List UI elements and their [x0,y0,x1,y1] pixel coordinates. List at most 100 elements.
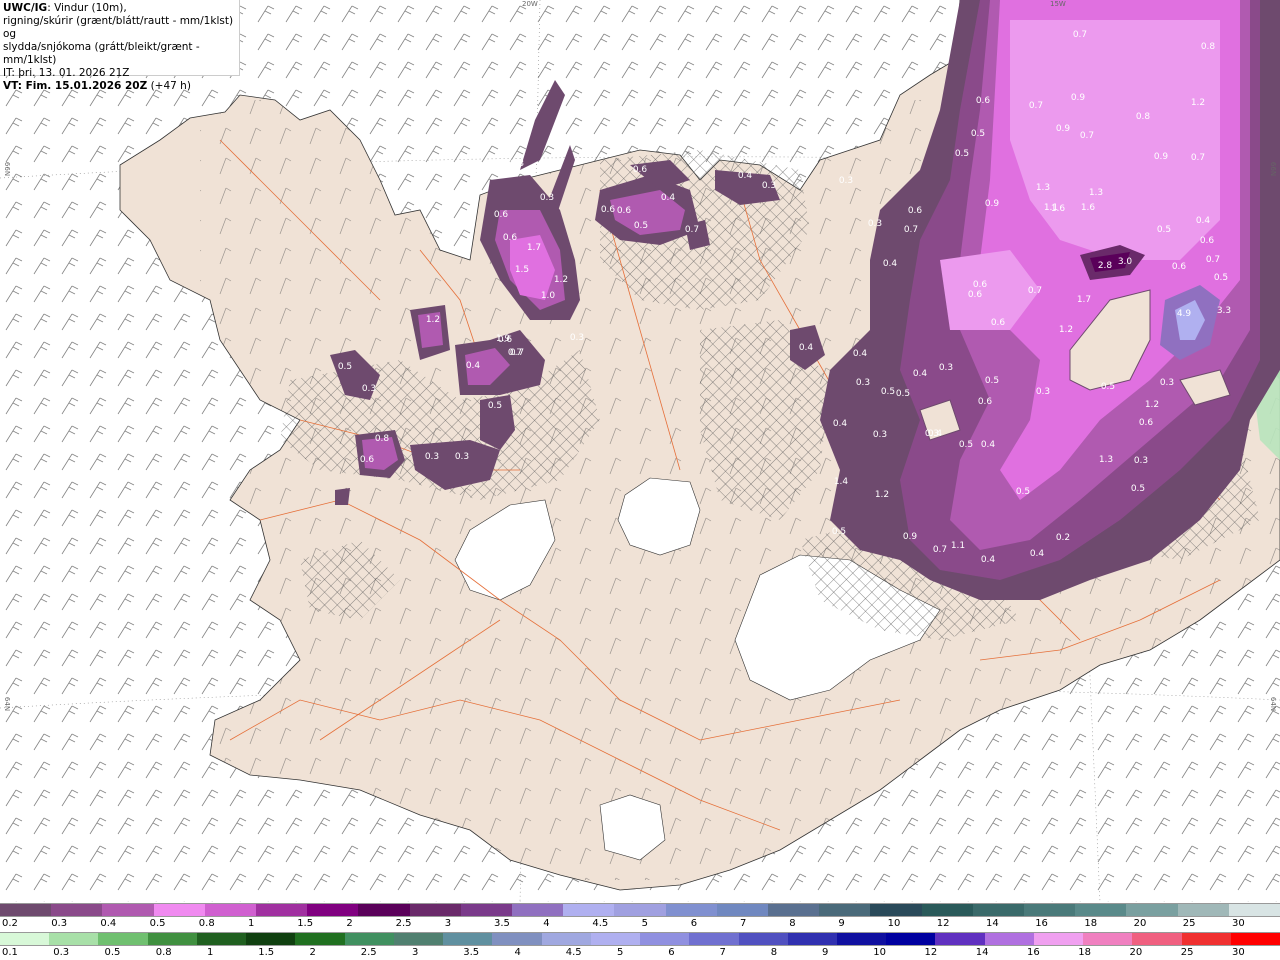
colorbar-tick-label: 5 [617,947,624,958]
precip-value-label: 0.4 [833,419,848,429]
colorbar-swatch [541,933,591,945]
colorbar-tick-label: 7 [740,918,747,929]
precip-value-label: 1.2 [875,490,889,500]
colorbar-swatch [768,904,820,916]
colorbar-tick-label: 10 [873,947,886,958]
precip-value-label: 0.4 [913,369,928,379]
precip-value-label: 1.3 [1036,183,1050,193]
colorbar-swatch [1083,933,1133,945]
title-line1: UWC/IG: Vindur (10m), [3,2,127,14]
snow-colorbar [0,903,1280,917]
colorbar-tick-label: 2 [309,947,316,958]
title-line2: rigning/skúrir (grænt/blátt/rautt - mm/1… [3,15,234,40]
precip-value-label: 0.8 [375,434,390,444]
precip-value-label: 1.2 [554,275,568,285]
colorbar-tick-label: 4.5 [565,947,582,958]
colorbar-swatch [665,904,717,916]
colorbar-swatch [409,904,461,916]
precip-value-label: 0.6 [617,206,632,216]
colorbar-swatch [153,904,205,916]
precip-value-label: 0.3 [455,452,469,462]
precip-value-label: 0.6 [503,233,518,243]
colorbar-tick-label: 8 [789,918,796,929]
valid-time: VT: Fim. 15.01.2026 20Z (+47 h) [3,80,191,92]
colorbar-swatch [1126,904,1178,916]
colorbar-swatch [49,933,99,945]
precip-value-label: 0.5 [1214,273,1228,283]
colorbar-swatch [1033,933,1084,945]
precip-value-label: 1.1 [951,541,965,551]
colorbar-tick-label: 14 [986,918,999,929]
precip-value-label: 0.7 [904,225,918,235]
precip-value-label: 0.7 [1080,131,1094,141]
precip-value-label: 3.3 [1217,306,1231,316]
colorbar-tick-label: 4 [514,947,521,958]
initial-time: IT: þri. 13. 01. 2026 21Z [3,67,130,79]
colorbar-tick-label: 0.5 [104,947,121,958]
colorbar-swatch [1177,904,1229,916]
precip-value-label: 0.6 [968,290,983,300]
precip-value-label: 0.5 [634,221,648,231]
precip-value-label: 3.0 [1118,257,1133,267]
precip-value-label: 0.5 [959,440,973,450]
precip-value-label: 0.4 [853,349,868,359]
colorbar-tick-label: 0.8 [198,918,215,929]
colorbar-tick-label: 9 [838,918,845,929]
precip-value-label: 2.8 [1098,261,1113,271]
colorbar-swatch [344,933,394,945]
colorbar-swatch [492,933,542,945]
colorbar-swatch [1132,933,1182,945]
colorbar-swatch [738,933,788,945]
precip-legend: 0.2 0.3 0.4 0.5 0.8 1 1.5 2 2.5 3 3.5 4 4.5 5 6 7 8 9 10 12… [0,902,1280,960]
precip-value-label: 0.3 [540,193,554,203]
colorbar-swatch [102,904,154,916]
colorbar-swatch [51,904,103,916]
precip-value-label: 0.6 [360,455,375,465]
precip-value-label: 0.6 [978,397,993,407]
precip-value-label: 0.7 [1073,30,1087,40]
colorbar-tick-label: 30 [1232,947,1245,958]
colorbar-tick-label: 16 [1027,947,1040,958]
precip-value-label: 0.7 [510,348,524,358]
precip-value-label: 1.7 [527,243,541,253]
colorbar-tick-label: 1 [207,947,214,958]
colorbar-tick-label: 12 [936,918,950,929]
lon-label-15w: 15W [1050,0,1066,8]
colorbar-tick-label: 0.3 [53,947,70,958]
precip-value-label: 0.8 [1136,112,1151,122]
precip-value-label: 0.6 [633,165,648,175]
precip-value-label: 0.4 [1030,549,1045,559]
colorbar-tick-label: 2.5 [395,918,412,929]
colorbar-swatch [590,933,641,945]
colorbar-tick-label: 0.2 [2,918,18,929]
colorbar-swatch [787,933,837,945]
colorbar-tick-label: 6 [690,918,698,929]
precip-value-label: 0.7 [933,545,947,555]
colorbar-tick-label: 1.5 [297,918,314,929]
precip-value-label: 0.7 [685,225,699,235]
colorbar-tick-label: 25 [1180,947,1194,958]
precip-value-label: 0.7 [1028,286,1042,296]
colorbar-tick-label: 10 [887,918,901,929]
precip-value-label: 0.3 [425,452,439,462]
precip-value-label: 0.5 [1016,487,1030,497]
precip-value-label: 0.9 [1154,152,1169,162]
colorbar-swatch [921,904,973,916]
precip-value-label: 0.6 [494,210,509,220]
precip-value-label: 0.6 [976,96,991,106]
precip-value-label: 1.2 [1191,98,1205,108]
precip-value-label: 0.3 [762,181,776,191]
precip-value-label: 0.6 [991,318,1006,328]
colorbar-tick-label: 4 [543,918,550,929]
colorbar-swatch [358,904,410,916]
colorbar-swatch [689,933,739,945]
colorbar-tick-label: 3 [444,918,452,929]
colorbar-tick-label: 20 [1129,947,1143,958]
precip-value-label: 0.3 [510,159,524,169]
colorbar-tick-label: 6 [668,947,675,958]
precip-value-label: 0.4 [1196,216,1211,226]
precip-value-label: 0.7 [1206,255,1220,265]
colorbar-tick-label: 5 [641,918,648,929]
precip-value-label: 0.5 [488,401,502,411]
rain-colorbar [0,932,1280,946]
